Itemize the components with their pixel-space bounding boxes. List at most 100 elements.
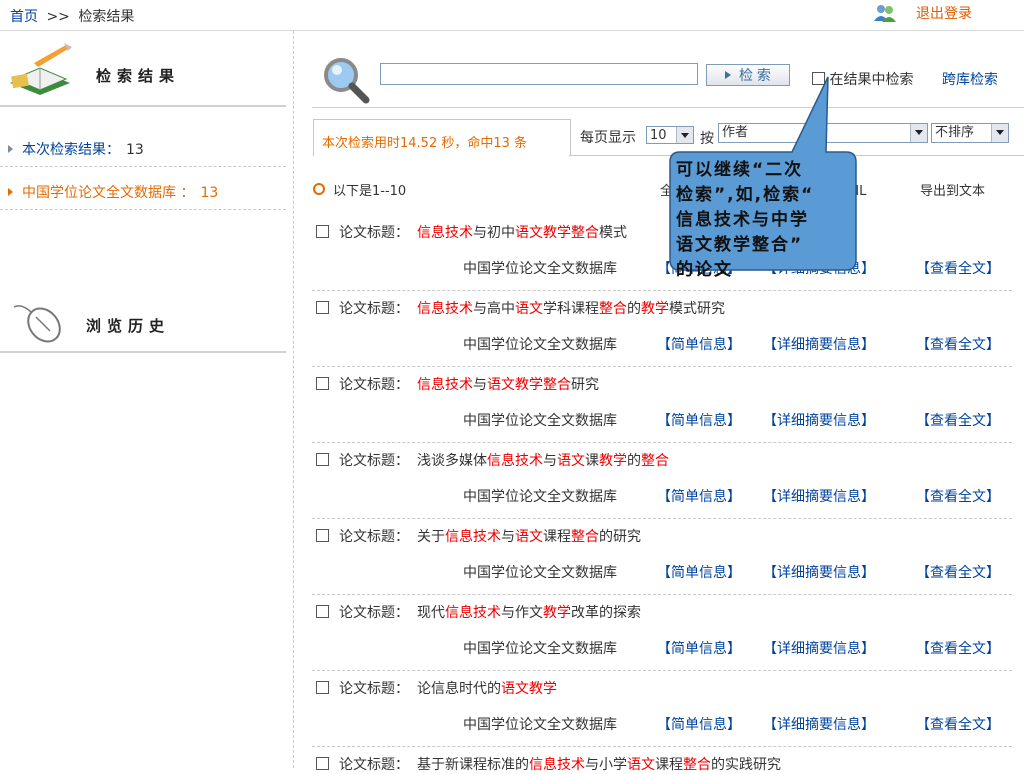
logout-area[interactable]: 退出登录 xyxy=(872,0,972,26)
divider xyxy=(312,290,1012,291)
result-checkbox[interactable] xyxy=(316,301,329,314)
status-tab: 本次检索用时14.52 秒，命中13 条 xyxy=(313,119,571,156)
title-text: 基于新课程标准的 xyxy=(417,757,529,773)
title-text: 的研究 xyxy=(599,529,641,545)
result-title-row: 论文标题： 现代信息技术与作文教学改革的探索 xyxy=(316,602,641,622)
divider xyxy=(312,670,1012,671)
brief-info-link[interactable]: 【简单信息】 xyxy=(657,258,741,278)
divider xyxy=(312,518,1012,519)
result-checkbox[interactable] xyxy=(316,225,329,238)
search-bar: 检 索 在结果中检索 跨库检索 xyxy=(322,56,1022,106)
result-title-link[interactable]: 现代信息技术与作文教学改革的探索 xyxy=(417,605,641,621)
result-database: 中国学位论文全文数据库 xyxy=(463,717,617,733)
listing-range: 以下是1--10 xyxy=(313,180,406,199)
fulltext-link[interactable]: 【查看全文】 xyxy=(916,410,1000,430)
results-panel-header: 检索结果 xyxy=(0,31,286,107)
keyword-highlight: 信息技术 xyxy=(417,225,473,241)
field-select[interactable]: 作者 xyxy=(718,123,928,143)
abstract-info-link[interactable]: 【详细摘要信息】 xyxy=(763,258,875,278)
result-title-link[interactable]: 关于信息技术与语文课程整合的研究 xyxy=(417,529,641,545)
keyword-highlight: 教学 xyxy=(599,453,627,469)
abstract-info-link[interactable]: 【详细摘要信息】 xyxy=(763,562,875,582)
divider xyxy=(312,746,1012,747)
users-icon xyxy=(872,3,898,23)
title-text: 与小学 xyxy=(585,757,627,773)
sort-select[interactable]: 不排序 xyxy=(931,123,1009,143)
keyword-highlight: 语文 xyxy=(515,529,543,545)
result-title-row: 论文标题： 信息技术与高中语文学科课程整合的教学模式研究 xyxy=(316,298,725,318)
brief-info-link[interactable]: 【简单信息】 xyxy=(657,410,741,430)
fulltext-link[interactable]: 【查看全文】 xyxy=(916,638,1000,658)
brief-info-link[interactable]: 【简单信息】 xyxy=(657,334,741,354)
result-checkbox[interactable] xyxy=(316,377,329,390)
brief-info-link[interactable]: 【简单信息】 xyxy=(657,486,741,506)
search-summary: 本次检索用时14.52 秒，命中13 条 xyxy=(322,136,528,151)
result-links-row: 中国学位论文全文数据库 【简单信息】 【详细摘要信息】 【查看全文】 xyxy=(463,562,1000,582)
keyword-highlight: 语文教学 xyxy=(501,681,557,697)
select-all-link[interactable]: 全 xyxy=(660,180,673,199)
result-title-link[interactable]: 信息技术与初中语文教学整合模式 xyxy=(417,225,627,241)
abstract-info-link[interactable]: 【详细摘要信息】 xyxy=(763,638,875,658)
brief-info-link[interactable]: 【简单信息】 xyxy=(657,562,741,582)
cross-database-search-link[interactable]: 跨库检索 xyxy=(942,69,998,89)
abstract-info-link[interactable]: 【详细摘要信息】 xyxy=(763,714,875,734)
result-title-link[interactable]: 浅谈多媒体信息技术与语文课教学的整合 xyxy=(417,453,669,469)
search-in-results-checkbox[interactable] xyxy=(812,72,825,85)
fulltext-link[interactable]: 【查看全文】 xyxy=(916,562,1000,582)
logout-link[interactable]: 退出登录 xyxy=(916,3,972,23)
brief-info-link[interactable]: 【简单信息】 xyxy=(657,714,741,734)
keyword-highlight: 整合 xyxy=(683,757,711,773)
result-title-link[interactable]: 信息技术与高中语文学科课程整合的教学模式研究 xyxy=(417,301,725,317)
books-pen-icon xyxy=(4,41,76,103)
sort-value: 不排序 xyxy=(935,125,975,140)
result-title-link[interactable]: 基于新课程标准的信息技术与小学语文课程整合的实践研究 xyxy=(417,757,781,773)
result-database: 中国学位论文全文数据库 xyxy=(463,641,617,657)
keyword-highlight: 信息技术 xyxy=(417,377,473,393)
fulltext-link[interactable]: 【查看全文】 xyxy=(916,714,1000,734)
abstract-info-link[interactable]: 【详细摘要信息】 xyxy=(763,334,875,354)
keyword-highlight: 语文 xyxy=(557,453,585,469)
export-xml-link[interactable]: 到XML xyxy=(826,180,866,199)
brief-info-link[interactable]: 【简单信息】 xyxy=(657,638,741,658)
title-text: 学科课程 xyxy=(543,301,599,317)
chevron-down-icon[interactable] xyxy=(676,127,693,143)
result-title-row: 论文标题： 信息技术与初中语文教学整合模式 xyxy=(316,222,627,242)
result-checkbox[interactable] xyxy=(316,529,329,542)
result-checkbox[interactable] xyxy=(316,757,329,770)
sidebar-item-database[interactable]: 中国学位论文全文数据库 ： 13 xyxy=(8,182,218,202)
result-title-link[interactable]: 论信息时代的语文教学 xyxy=(417,681,557,697)
result-checkbox[interactable] xyxy=(316,605,329,618)
result-checkbox[interactable] xyxy=(316,453,329,466)
callout-line: 检索”,如,检索“ xyxy=(676,185,815,205)
title-text: 改革的探索 xyxy=(571,605,641,621)
export-text-link[interactable]: 导出到文本 xyxy=(920,180,985,199)
keyword-highlight: 语文教学整合 xyxy=(515,225,599,241)
divider xyxy=(312,442,1012,443)
title-text: 论信息时代的 xyxy=(417,681,501,697)
result-links-row: 中国学位论文全文数据库 【简单信息】 【详细摘要信息】 【查看全文】 xyxy=(463,258,1000,278)
search-in-results[interactable]: 在结果中检索 xyxy=(812,69,913,89)
search-input[interactable] xyxy=(380,63,698,85)
result-title-row: 论文标题： 浅谈多媒体信息技术与语文课教学的整合 xyxy=(316,450,669,470)
keyword-highlight: 信息技术 xyxy=(417,301,473,317)
result-checkbox[interactable] xyxy=(316,681,329,694)
fulltext-link[interactable]: 【查看全文】 xyxy=(916,334,1000,354)
divider xyxy=(0,209,286,210)
divider xyxy=(0,166,286,167)
title-text: 课程 xyxy=(543,529,571,545)
result-database: 中国学位论文全文数据库 xyxy=(463,489,617,505)
search-button[interactable]: 检 索 xyxy=(706,64,790,86)
abstract-info-link[interactable]: 【详细摘要信息】 xyxy=(763,410,875,430)
fulltext-link[interactable]: 【查看全文】 xyxy=(916,258,1000,278)
abstract-info-link[interactable]: 【详细摘要信息】 xyxy=(763,486,875,506)
fulltext-link[interactable]: 【查看全文】 xyxy=(916,486,1000,506)
sidebar-item-label: 本次检索结果： xyxy=(22,142,120,158)
breadcrumb-home-link[interactable]: 首页 xyxy=(10,9,38,25)
result-title-link[interactable]: 信息技术与语文教学整合研究 xyxy=(417,377,599,393)
chevron-down-icon[interactable] xyxy=(991,124,1008,142)
per-page-select[interactable]: 10 xyxy=(646,126,694,144)
result-title-label: 论文标题： xyxy=(339,377,409,393)
title-text: 的 xyxy=(627,301,641,317)
chevron-down-icon[interactable] xyxy=(910,124,927,142)
sidebar-item-current-results[interactable]: 本次检索结果： 13 xyxy=(8,139,144,159)
